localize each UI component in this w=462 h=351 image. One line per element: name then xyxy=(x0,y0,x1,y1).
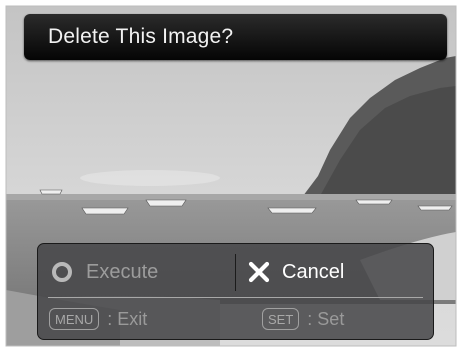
execute-option[interactable]: Execute xyxy=(52,254,158,290)
delete-options-panel: Execute Cancel MENU : Exit SET : Set xyxy=(37,243,434,340)
menu-key-badge[interactable]: MENU xyxy=(49,308,100,330)
dialog-title-bar: Delete This Image? xyxy=(24,14,447,60)
x-icon xyxy=(248,261,270,283)
menu-exit-text: : Exit xyxy=(107,308,148,329)
set-key-badge[interactable]: SET xyxy=(262,308,300,330)
panel-separator xyxy=(48,297,423,298)
options-divider xyxy=(235,254,236,291)
set-hint: SET : Set xyxy=(262,307,344,331)
camera-screen: Delete This Image? Execute Cancel MENU :… xyxy=(0,0,462,351)
menu-exit-hint: MENU : Exit xyxy=(49,307,147,331)
execute-label: Execute xyxy=(86,260,159,283)
circle-icon xyxy=(52,262,72,282)
dialog-title: Delete This Image? xyxy=(48,25,234,48)
set-text: : Set xyxy=(307,308,345,329)
cancel-option[interactable]: Cancel xyxy=(248,254,344,290)
cancel-label: Cancel xyxy=(282,260,345,283)
